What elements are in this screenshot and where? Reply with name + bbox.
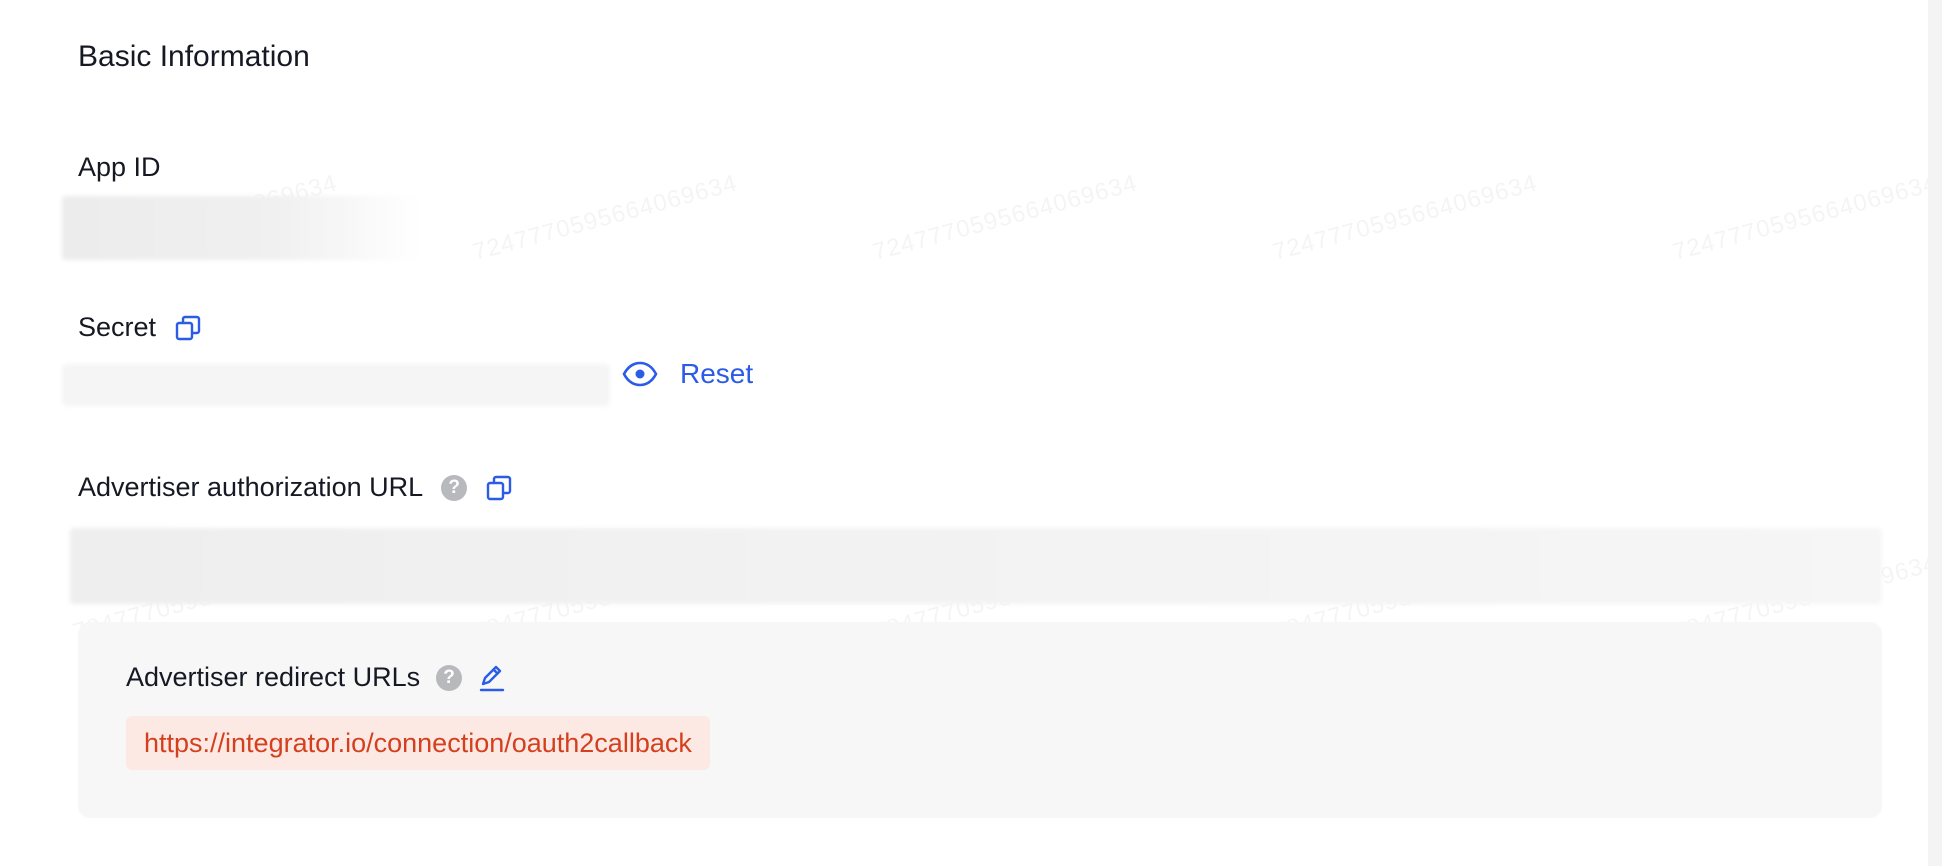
redirect-urls-panel: Advertiser redirect URLs ? https://integ… [78, 622, 1882, 818]
auth-url-label: Advertiser authorization URL ? [78, 472, 513, 503]
app-id-label-text: App ID [78, 152, 161, 182]
app-id-value-redacted [62, 196, 422, 260]
edit-icon[interactable] [478, 663, 506, 693]
redirect-url-item: https://integrator.io/connection/oauth2c… [126, 716, 710, 770]
help-icon[interactable]: ? [441, 474, 468, 501]
auth-url-value-redacted [70, 528, 1882, 604]
help-icon[interactable]: ? [436, 664, 463, 691]
scrollbar[interactable] [1928, 0, 1942, 866]
basic-information-page: 7247770595664069634 7247770595664069634 … [0, 0, 1928, 866]
watermark-text: 7247770595664069634 [470, 169, 741, 267]
app-id-label: App ID [78, 152, 161, 183]
secret-actions: Reset [622, 358, 753, 390]
redirect-urls-label-text: Advertiser redirect URLs [126, 662, 421, 692]
watermark-text: 7247770595664069634 [870, 169, 1141, 267]
copy-icon[interactable] [174, 314, 202, 342]
watermark-text: 7247770595664069634 [1270, 169, 1541, 267]
reset-secret-link[interactable]: Reset [680, 358, 753, 390]
redirect-urls-label: Advertiser redirect URLs ? [126, 662, 506, 693]
secret-label-text: Secret [78, 312, 157, 342]
copy-icon[interactable] [485, 474, 513, 502]
secret-value-redacted [62, 364, 610, 406]
auth-url-label-text: Advertiser authorization URL [78, 472, 424, 502]
secret-label: Secret [78, 312, 202, 343]
watermark-text: 7247770595664069634 [1670, 169, 1928, 267]
section-title: Basic Information [78, 40, 310, 73]
eye-icon[interactable] [622, 361, 658, 387]
